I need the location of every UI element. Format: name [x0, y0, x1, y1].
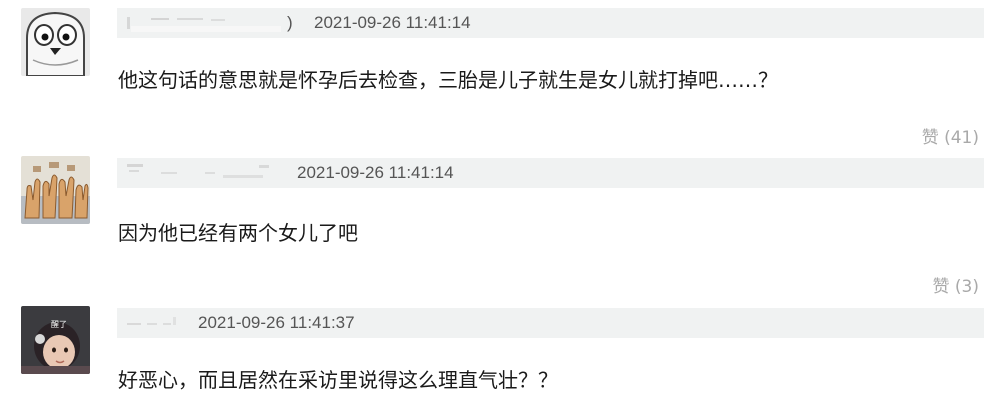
- comment-item: 醒了 2021-09-26 11:41:37 好恶心，而且居然在采访里说得这么理…: [0, 300, 1000, 415]
- username-blurred[interactable]: [121, 8, 291, 38]
- username-blurred[interactable]: [121, 308, 191, 338]
- cartoon-owl-avatar-icon[interactable]: [21, 8, 90, 76]
- comment-text: 因为他已经有两个女儿了吧: [118, 221, 358, 245]
- comment-text: 好恶心，而且居然在采访里说得这么理直气壮？？: [118, 368, 558, 392]
- comment-meta-bar: 2021-09-26 11:41:14: [117, 158, 984, 188]
- baby-photo-avatar-icon[interactable]: 醒了: [21, 306, 90, 374]
- like-button[interactable]: 赞 (3): [933, 272, 979, 297]
- comment-timestamp: 2021-09-26 11:41:14: [314, 13, 471, 32]
- like-button[interactable]: 赞 (41): [922, 123, 979, 148]
- comment-timestamp: 2021-09-26 11:41:37: [198, 313, 355, 332]
- comment-meta-bar: 2021-09-26 11:41:37: [117, 308, 984, 338]
- comment-timestamp: 2021-09-26 11:41:14: [297, 163, 454, 182]
- comment-list: ) 2021-09-26 11:41:14 他这句话的意思就是怀孕后去检查，三胎…: [0, 0, 1000, 415]
- hand-gesture-avatar-icon[interactable]: [21, 156, 90, 224]
- comment-item: ) 2021-09-26 11:41:14 他这句话的意思就是怀孕后去检查，三胎…: [0, 0, 1000, 150]
- username-suffix: ): [287, 13, 293, 32]
- comment-meta-bar: ) 2021-09-26 11:41:14: [117, 8, 984, 38]
- comment-item: 2021-09-26 11:41:14 因为他已经有两个女儿了吧 赞 (3): [0, 150, 1000, 300]
- avatar-caption: 醒了: [51, 320, 67, 329]
- username-blurred[interactable]: [121, 158, 281, 188]
- comment-text: 他这句话的意思就是怀孕后去检查，三胎是儿子就生是女儿就打掉吧……？: [118, 68, 778, 92]
